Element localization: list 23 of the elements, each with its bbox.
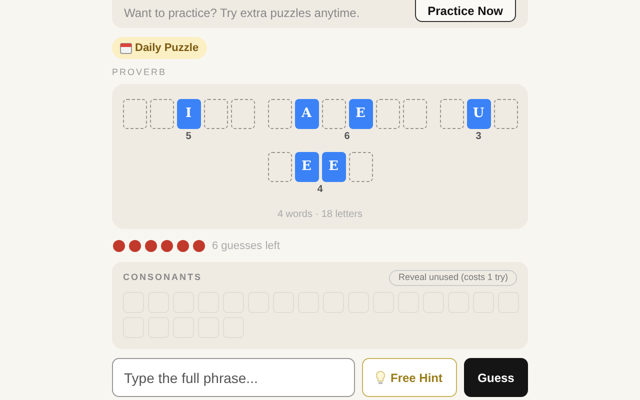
category-label: PROVERB bbox=[112, 66, 168, 79]
word-length: 6 bbox=[344, 132, 350, 142]
letter-tile: E bbox=[322, 152, 346, 182]
word-length: 4 bbox=[317, 184, 323, 194]
puzzle-summary: 4 words · 18 letters bbox=[277, 208, 363, 222]
consonants-title: CONSONANTS bbox=[123, 271, 202, 284]
practice-text: Want to practice? Try extra puzzles anytime. bbox=[124, 5, 360, 22]
practice-button[interactable]: Practice Now bbox=[414, 0, 516, 22]
guess-button[interactable]: Guess bbox=[464, 358, 528, 397]
letter-tile: E bbox=[294, 152, 318, 182]
calendar-icon bbox=[120, 42, 132, 54]
letter-tile: I bbox=[176, 98, 200, 128]
guesses-left: 6 guesses left bbox=[212, 238, 280, 254]
letter-tile: A bbox=[294, 98, 318, 128]
letter-tile: E bbox=[348, 98, 372, 128]
reveal-unused-button[interactable]: Reveal unused (costs 1 try) bbox=[389, 270, 517, 286]
free-hint-button[interactable]: Free Hint bbox=[362, 358, 457, 397]
word-length: 3 bbox=[476, 132, 482, 142]
lightbulb-icon bbox=[376, 370, 386, 384]
phrase-input[interactable]: Type the full phrase... bbox=[112, 358, 355, 397]
daily-puzzle-badge: Daily Puzzle bbox=[112, 37, 207, 59]
word-length: 5 bbox=[186, 132, 192, 142]
letter-tile: U bbox=[466, 98, 490, 128]
